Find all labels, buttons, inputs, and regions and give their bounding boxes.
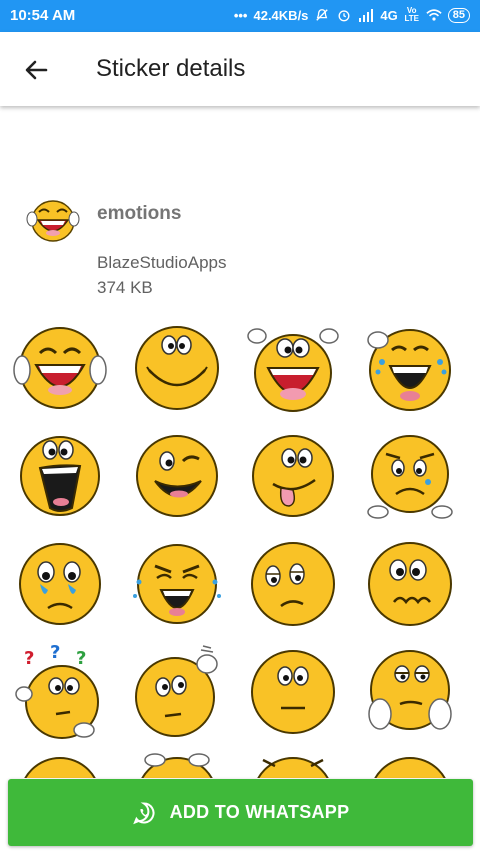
add-button-label: ADD TO WHATSAPP xyxy=(169,802,350,822)
pack-size: 374 KB xyxy=(97,278,153,297)
pack-publisher: BlazeStudioApps xyxy=(97,253,227,272)
status-dots: ••• xyxy=(233,7,248,23)
alarm-icon xyxy=(338,10,350,22)
arrow-left-icon[interactable] xyxy=(22,56,50,84)
status-bar: 10:54 AM ••• 42.4KB/s 4G Vo LTE 85 xyxy=(0,0,480,32)
sticker-neutral[interactable] xyxy=(243,642,343,742)
sticker-tearful-laughing[interactable] xyxy=(127,534,227,634)
whatsapp-icon xyxy=(132,801,155,824)
sticker-laughing-thumbs-up[interactable] xyxy=(10,318,110,418)
signal-icon xyxy=(359,9,374,22)
pack-name: emotions xyxy=(97,203,182,224)
network-speed: 42.4KB/s xyxy=(253,7,309,23)
sticker-sad-peeking[interactable] xyxy=(360,426,460,526)
add-to-whatsapp-button[interactable]: ADD TO WHATSAPP xyxy=(8,779,473,846)
sticker-bored-hands-on-face[interactable] xyxy=(360,642,460,742)
app-bar: Sticker details xyxy=(0,32,480,106)
sticker-excited-hands-up[interactable] xyxy=(243,318,343,418)
question-mark-red-icon: ? xyxy=(24,648,34,669)
page-title: Sticker details xyxy=(96,55,246,82)
question-mark-blue-icon: ? xyxy=(50,642,60,663)
network-type: 4G xyxy=(380,7,398,23)
sticker-row5-3[interactable] xyxy=(243,748,343,778)
sticker-grid: ? ? ? xyxy=(0,318,480,778)
pack-tray-icon xyxy=(26,200,80,242)
sticker-smiling[interactable] xyxy=(127,318,227,418)
sticker-worried[interactable] xyxy=(360,534,460,634)
sticker-crying-laughing[interactable] xyxy=(360,318,460,418)
sticker-row5-1[interactable] xyxy=(10,748,110,778)
volte-label: Vo LTE xyxy=(404,6,419,23)
mute-icon xyxy=(316,9,329,21)
sticker-row5-2[interactable] xyxy=(127,748,227,778)
sticker-confused-question-marks[interactable]: ? ? ? xyxy=(10,642,110,742)
sticker-shouting[interactable] xyxy=(10,426,110,526)
sticker-row5-4[interactable] xyxy=(360,748,460,778)
sticker-crying[interactable] xyxy=(10,534,110,634)
question-mark-green-icon: ? xyxy=(76,648,86,669)
wifi-icon xyxy=(426,9,442,21)
status-indicators: ••• 42.4KB/s 4G Vo LTE 85 xyxy=(234,7,470,23)
sticker-sorrowful[interactable] xyxy=(243,534,343,634)
sticker-thinking[interactable] xyxy=(127,642,227,742)
sticker-winking[interactable] xyxy=(127,426,227,526)
status-time: 10:54 AM xyxy=(10,7,76,24)
sticker-tongue-out[interactable] xyxy=(243,426,343,526)
battery-indicator: 85 xyxy=(447,7,470,23)
